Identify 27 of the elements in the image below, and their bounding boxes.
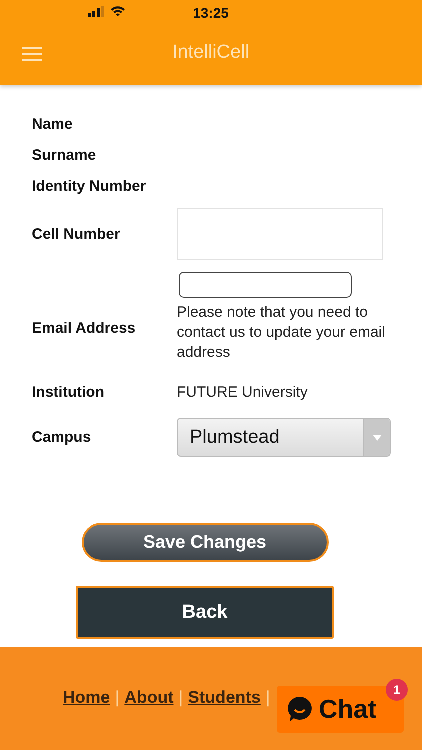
separator: | xyxy=(178,688,184,708)
notification-badge: 1 xyxy=(386,679,408,701)
field-value: FUTURE University xyxy=(177,384,309,401)
separator: | xyxy=(266,688,270,708)
menu-icon[interactable] xyxy=(22,47,42,61)
dropdown-arrow-icon xyxy=(372,434,382,440)
field-label: Institution xyxy=(32,384,106,401)
field-label: Surname xyxy=(32,147,98,164)
separator: | xyxy=(115,688,120,708)
footer-link[interactable]: About xyxy=(124,688,174,708)
footer-link[interactable]: Home xyxy=(63,688,110,708)
save-changes-button[interactable]: Save Changes xyxy=(82,523,328,562)
signal-icon xyxy=(88,6,106,16)
campus-dropdown[interactable]: Plumstead xyxy=(177,418,391,457)
status-time: 13:25 xyxy=(193,5,229,21)
speech-bubble-icon xyxy=(287,696,313,723)
input-field[interactable] xyxy=(179,272,352,298)
back-button[interactable]: Back xyxy=(76,586,334,639)
app-title: IntelliCell xyxy=(172,42,250,64)
field-label: Cell Number xyxy=(32,226,122,242)
footer-link[interactable]: Students xyxy=(188,688,261,708)
field-label: Email Address xyxy=(32,320,137,337)
field-label: Campus xyxy=(32,429,92,446)
email-note: Please note that you need to contact us to update your email address xyxy=(177,303,386,363)
field-label: Name xyxy=(32,116,74,133)
field-label: Identity Number xyxy=(32,178,148,195)
wifi-icon xyxy=(110,5,126,17)
